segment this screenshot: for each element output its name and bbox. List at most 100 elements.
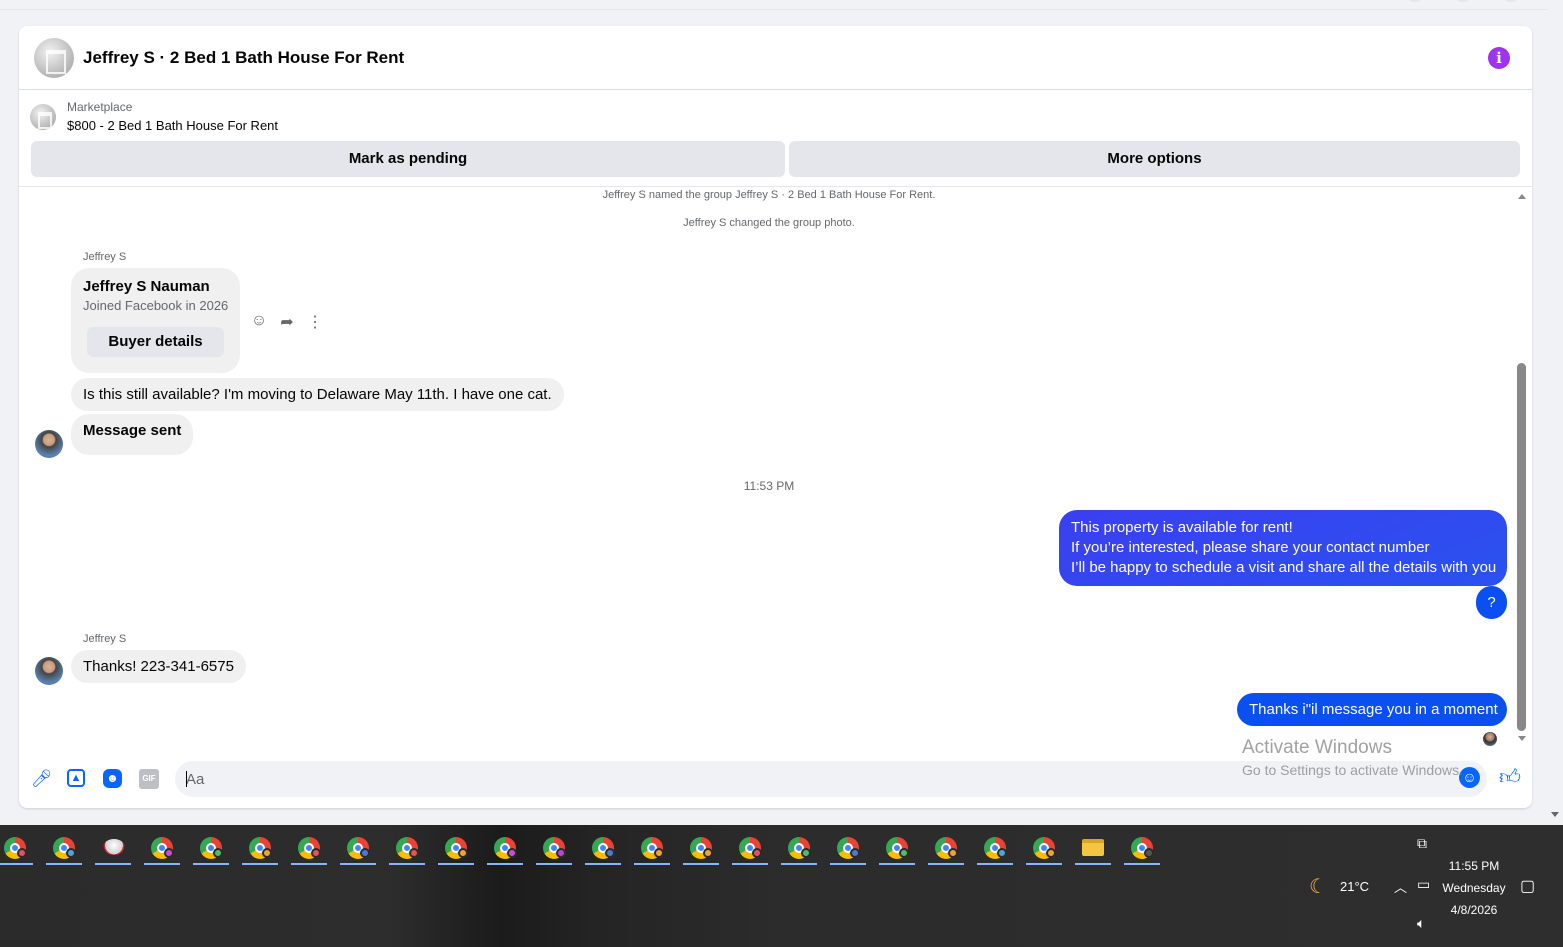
chrome-window-button[interactable] [336,833,380,865]
windows-taskbar: ⧉ ☾ 21°C ︿ ▭ 🔈︎ 11:55 PM Wednesday 4/8/2… [0,825,1563,947]
message-bubble[interactable]: Message sent [71,414,194,455]
info-icon[interactable]: i [1488,47,1510,69]
message-composer: 🎤︎ ▲ ☻ GIF ☺ 👍︎ [19,748,1532,808]
profile-badge-icon [556,848,566,858]
chrome-window-button[interactable] [238,833,282,865]
chrome-window-button[interactable] [630,833,674,865]
listing-title[interactable]: $800 - 2 Bed 1 Bath House For Rent [67,118,278,133]
meet-now-icon[interactable]: ⧉ [1417,835,1427,852]
scroll-down-icon[interactable] [1551,812,1559,817]
more-icon[interactable]: ⋮ [305,312,325,332]
message-line: If you’re interested, please share your … [1071,539,1430,556]
top-icon[interactable] [1405,0,1425,2]
chrome-window-button[interactable] [1022,833,1066,865]
mark-as-pending-button[interactable]: Mark as pending [31,141,785,177]
message-bubble-sent[interactable]: This property is available for rent! If … [1059,510,1507,586]
profile-badge-icon [458,848,468,858]
message-bubble[interactable]: Is this still available? I'm moving to D… [71,378,564,411]
sender-avatar[interactable] [35,657,63,685]
chrome-window-button[interactable] [1120,833,1164,865]
more-options-button[interactable]: More options [789,141,1520,177]
chrome-window-button[interactable] [140,833,184,865]
top-strip [0,0,1563,10]
folder-icon [1082,839,1104,856]
running-indicator [683,863,719,865]
chrome-window-button[interactable] [0,833,37,865]
profile-badge-icon [654,848,664,858]
show-hidden-icons-icon[interactable]: ︿ [1394,877,1407,896]
running-indicator [193,863,229,865]
scroll-up-icon[interactable] [1518,194,1526,199]
taskbar-app-button[interactable] [91,833,135,865]
chrome-window-button[interactable] [924,833,968,865]
profile-badge-icon [1144,848,1154,858]
chrome-window-button[interactable] [434,833,478,865]
emoji-icon[interactable]: ☺ [1459,767,1480,788]
weather-moon-icon[interactable]: ☾ [1309,874,1327,899]
reply-icon[interactable]: ➦ [277,312,297,332]
chat-title[interactable]: Jeffrey S · 2 Bed 1 Bath House For Rent [83,48,404,68]
profile-badge-icon [66,848,76,858]
running-indicator [977,863,1013,865]
profile-badge-icon [850,848,860,858]
buyer-name: Jeffrey S Nauman [83,278,210,295]
photo-icon[interactable]: ▲ [67,769,85,787]
top-icon[interactable] [1453,0,1473,2]
system-clock[interactable]: 11:55 PM Wednesday 4/8/2026 [1436,855,1512,921]
chrome-window-button[interactable] [532,833,576,865]
thumbs-up-icon[interactable]: 👍︎ [1498,766,1522,790]
scroll-down-icon[interactable] [1518,736,1526,741]
notifications-icon[interactable]: ▢ [1520,876,1535,896]
chrome-window-button[interactable] [728,833,772,865]
top-icon[interactable] [1501,0,1521,2]
chrome-window-button[interactable] [777,833,821,865]
chrome-window-button[interactable] [973,833,1017,865]
clock-day: Wednesday [1442,881,1506,895]
chrome-window-button[interactable] [189,833,233,865]
buyer-profile-card: Jeffrey S Nauman Joined Facebook in 2026… [71,268,240,373]
scroll-thumb[interactable] [1517,363,1526,731]
running-indicator [879,863,915,865]
running-indicator [340,863,376,865]
network-icon[interactable]: ▭ [1417,876,1430,893]
conversation-scrollbar[interactable] [1515,188,1529,748]
weather-temperature[interactable]: 21°C [1340,879,1369,894]
profile-badge-icon [801,848,811,858]
running-indicator [487,863,523,865]
chrome-window-button[interactable] [679,833,723,865]
group-avatar[interactable] [34,38,74,78]
message-bubble[interactable]: Thanks! 223-341-6575 [71,650,246,683]
chrome-window-button[interactable] [581,833,625,865]
listing-thumbnail[interactable] [30,104,56,130]
running-indicator [389,863,425,865]
sender-avatar[interactable] [35,430,63,458]
message-input[interactable] [175,761,1487,797]
gif-icon[interactable]: GIF [139,769,159,789]
message-bubble-sent[interactable]: ? [1476,586,1507,619]
chrome-window-button[interactable] [875,833,919,865]
file-explorer-button[interactable] [1071,833,1115,865]
message-line: I’ll be happy to schedule a visit and sh… [1071,559,1497,576]
react-icon[interactable]: ☺ [249,312,269,330]
running-indicator [1026,863,1062,865]
profile-badge-icon [409,848,419,858]
chrome-window-button[interactable] [826,833,870,865]
microphone-icon[interactable]: 🎤︎ [31,769,53,789]
profile-badge-icon [605,848,615,858]
message-bubble-sent[interactable]: Thanks i"il message you in a moment [1237,693,1507,726]
running-indicator [438,863,474,865]
chat-window: Jeffrey S · 2 Bed 1 Bath House For Rent … [19,26,1532,808]
volume-icon[interactable]: 🔈︎ [1417,915,1425,932]
running-indicator [634,863,670,865]
sticker-icon[interactable]: ☻ [103,769,122,788]
page-scrollbar[interactable] [1548,0,1563,825]
chrome-window-button[interactable] [287,833,331,865]
chrome-window-button[interactable] [42,833,86,865]
chrome-window-button[interactable] [483,833,527,865]
running-indicator [242,863,278,865]
running-indicator [1124,863,1160,865]
app-icon [103,839,125,855]
buyer-details-button[interactable]: Buyer details [87,327,224,357]
running-indicator [95,863,131,865]
chrome-window-button[interactable] [385,833,429,865]
